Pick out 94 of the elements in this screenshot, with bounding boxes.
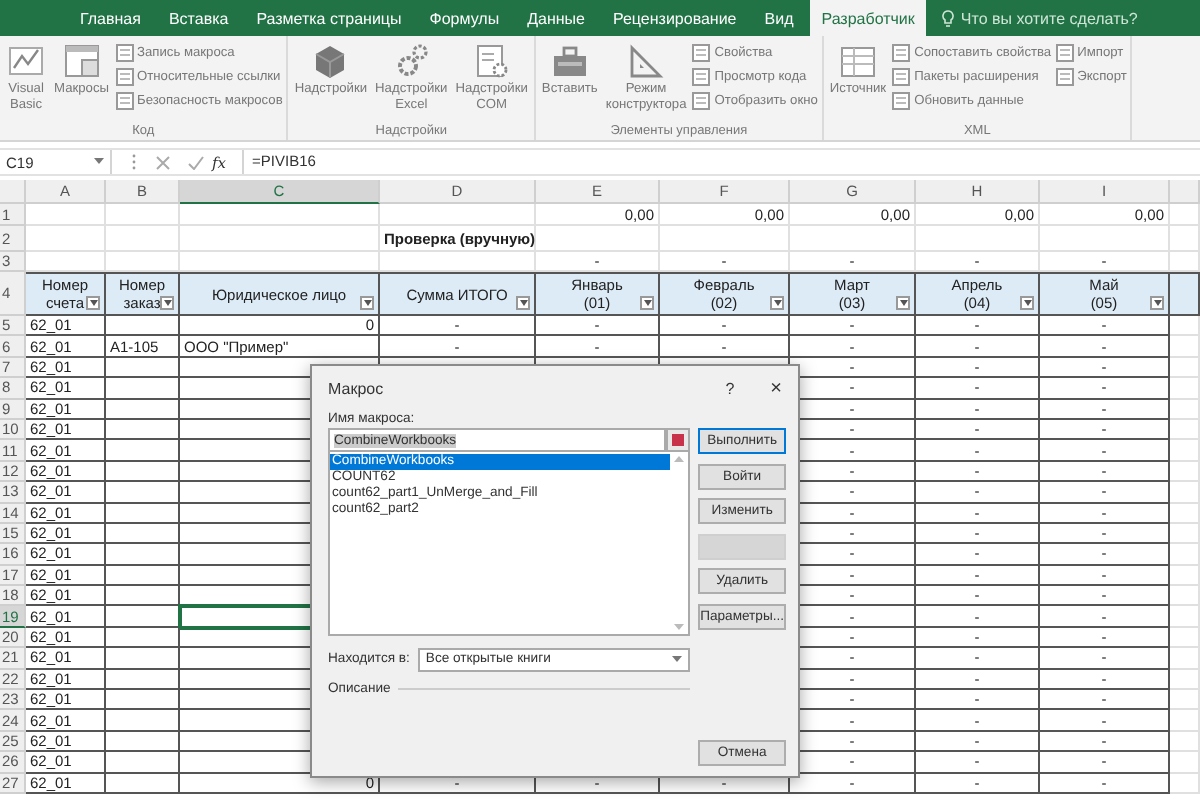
document-icon [1055,44,1074,62]
filter-button[interactable] [640,296,654,310]
table-cell [1170,648,1200,670]
table-cell [1170,565,1200,587]
window-icon [61,42,102,80]
table-cell [1170,669,1200,691]
table-cell [1170,378,1200,400]
lightbulb-icon [942,9,955,27]
table-cell [1170,316,1200,337]
ribbon-tab[interactable]: Вид [752,0,806,36]
check-icon[interactable] [188,155,204,169]
table-cell [1170,482,1200,504]
document-gear-icon [471,42,512,80]
caret-icon [363,300,371,306]
table-cell [1170,357,1200,379]
document-icon [115,92,133,110]
triangle-ruler-icon [626,42,667,80]
tell-me-field[interactable]: Что вы хотите сделать? [942,0,1138,36]
caret-icon [773,300,781,306]
document-icon [692,68,711,86]
table-icon [837,42,878,80]
table-cell [1170,627,1200,649]
table-cell [1040,226,1170,252]
caret-icon [899,300,907,306]
ribbon-tab[interactable]: Рецензирование [600,0,749,36]
table-cell [26,226,106,252]
filter-button[interactable] [360,296,374,310]
table-cell [106,226,180,252]
document-icon [892,68,911,86]
table-cell [1170,226,1200,252]
caret-icon [94,158,104,166]
table-cell [1170,399,1200,420]
filter-button[interactable] [770,296,784,310]
table-cell [1170,586,1200,607]
table-cell [1170,544,1200,566]
filter-button[interactable] [160,296,174,310]
table-cell [106,773,180,794]
table-cell [106,565,180,587]
table-cell [1170,336,1200,358]
caret-icon [1153,300,1161,306]
table-cell [660,226,790,252]
table-cell [536,226,660,252]
table-cell [1170,710,1200,732]
table-cell [1170,606,1200,628]
caret-icon [519,300,527,306]
table-cell [1170,503,1200,524]
table-cell [106,586,180,607]
table-cell [106,461,180,483]
collapse-button[interactable] [666,428,691,452]
table-cell [1170,523,1200,545]
document-icon [1055,68,1074,86]
caret-icon [1023,300,1031,306]
table-cell [106,669,180,691]
table-cell [1170,204,1200,226]
table-cell [1170,773,1200,794]
filter-button[interactable] [1150,296,1164,310]
close-button[interactable]: × [770,377,782,399]
table-cell [106,357,180,379]
table-cell [1170,419,1200,441]
table-cell [106,503,180,524]
table-cell [790,226,916,252]
caret-icon [89,300,97,306]
ribbon-tab[interactable]: Разработчик [809,0,927,36]
ribbon-tab[interactable]: Формулы [417,0,512,36]
table-cell [26,204,106,226]
document-icon [115,68,133,86]
filter-button[interactable] [1020,296,1034,310]
table-cell [1170,752,1200,774]
table-cell [106,399,180,420]
line-chart-icon [6,42,46,80]
caret-icon [163,300,171,306]
document-icon [892,44,911,62]
ribbon-tab[interactable]: Данные [515,0,597,36]
table-cell [1170,731,1200,753]
filter-button[interactable] [896,296,910,310]
table-cell [106,204,180,226]
toolbox-icon [549,42,590,80]
document-icon [115,44,133,62]
document-icon [692,44,711,62]
table-cell [1170,440,1200,462]
ribbon-tab[interactable]: Разметка страницы [244,0,414,36]
document-icon [692,92,711,110]
filter-button[interactable] [86,296,100,310]
table-cell [1170,690,1200,711]
ribbon-tab[interactable]: Вставка [156,0,241,36]
document-icon [892,92,911,110]
help-button[interactable]: ? [725,379,735,397]
table-cell [916,226,1040,252]
ribbon-tab[interactable]: Главная [68,0,153,36]
filter-button[interactable] [516,296,530,310]
table-cell [1170,461,1200,483]
dialog-title: Макрос [328,379,386,397]
caret-icon [643,300,651,306]
caret-icon [672,656,683,662]
